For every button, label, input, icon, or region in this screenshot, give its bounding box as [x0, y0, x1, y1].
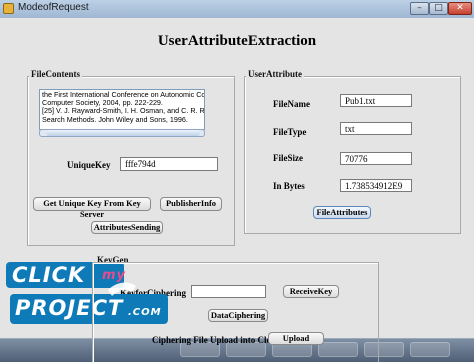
close-button[interactable]: ✕ [448, 2, 472, 15]
text-line: Search Methods. John Wiley and Sons, 199… [42, 114, 188, 124]
file-type-label: FileType [273, 127, 307, 137]
in-bytes-label: In Bytes [273, 181, 305, 191]
file-attributes-button[interactable]: FileAttributes [313, 206, 371, 219]
file-contents-group-label: FileContents [29, 69, 82, 79]
file-name-label: FileName [273, 99, 310, 109]
file-type-field[interactable]: txt [340, 122, 412, 135]
taskbar-item[interactable] [410, 342, 450, 357]
page-title: UserAttributeExtraction [157, 33, 317, 49]
user-attribute-group-label: UserAttribute [246, 69, 304, 79]
window-title: ModeofRequest [18, 2, 89, 13]
java-app-icon [3, 3, 14, 14]
unique-key-label: UniqueKey [67, 160, 111, 170]
attributes-sending-button[interactable]: AttributesSending [91, 221, 163, 234]
upload-button[interactable]: Upload [268, 332, 324, 345]
get-unique-key-button[interactable]: Get Unique Key From Key Server [33, 197, 151, 219]
maximize-button[interactable]: □ [429, 2, 448, 15]
unique-key-field[interactable]: fffe794d [120, 157, 218, 171]
minimize-button[interactable]: – [410, 2, 429, 15]
file-size-field[interactable]: 70776 [340, 152, 412, 165]
file-size-label: FileSize [273, 153, 303, 163]
upload-label: Ciphering File Upload into Cloud [152, 335, 282, 345]
publisher-info-button[interactable]: PublisherInfo [160, 197, 222, 211]
file-contents-textarea[interactable]: the First International Conference on Au… [39, 89, 205, 130]
keygen-group [92, 262, 379, 362]
scrollbar-thumb[interactable] [46, 130, 200, 136]
in-bytes-field[interactable]: 1.738534912E9 [340, 179, 412, 192]
file-name-field[interactable]: Pub1.txt [340, 94, 412, 107]
logo-click-text: CLICK [12, 263, 86, 287]
